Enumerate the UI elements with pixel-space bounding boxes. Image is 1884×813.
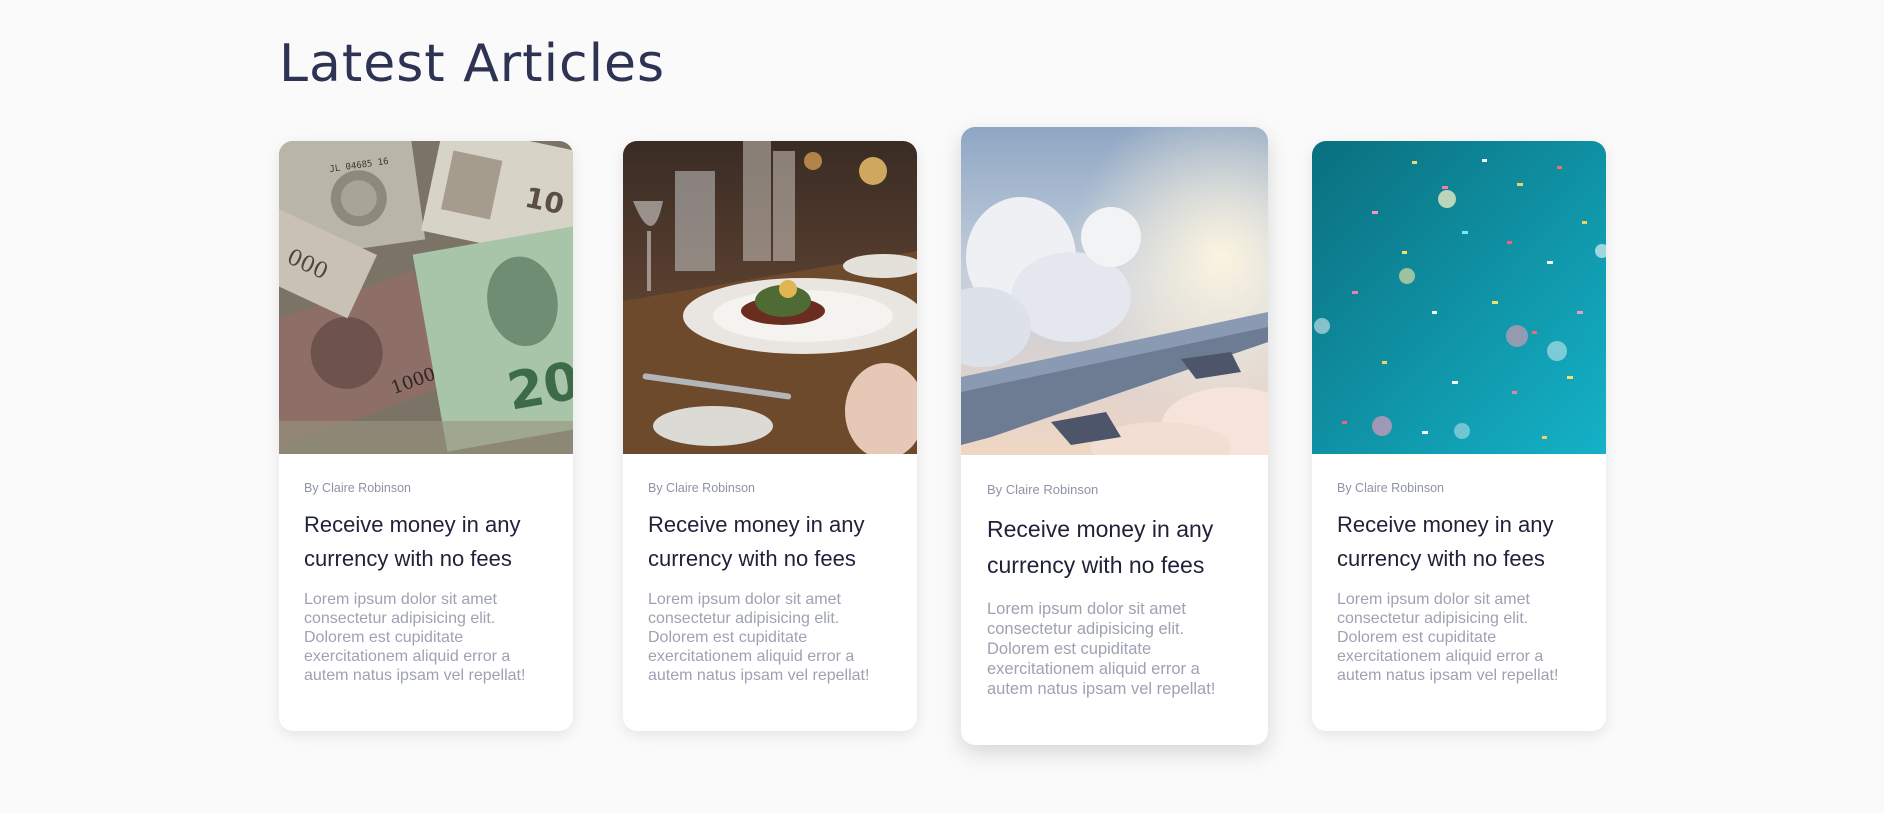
article-card-featured[interactable]: By Claire Robinson Receive money in any … xyxy=(961,127,1268,745)
money-banknotes-image: JL 04685 16 10 1000 20 000 xyxy=(279,141,573,454)
card-author: By Claire Robinson xyxy=(304,481,411,495)
article-card[interactable]: By Claire Robinson Receive money in any … xyxy=(1312,141,1606,731)
card-title[interactable]: Receive money in any currency with no fe… xyxy=(987,511,1242,583)
card-excerpt: Lorem ipsum dolor sit amet consectetur a… xyxy=(1337,591,1559,684)
card-excerpt: Lorem ipsum dolor sit amet consectetur a… xyxy=(987,600,1216,698)
section-title: Latest Articles xyxy=(279,34,666,94)
card-title[interactable]: Receive money in any currency with no fe… xyxy=(304,508,548,576)
card-excerpt: Lorem ipsum dolor sit amet consectetur a… xyxy=(304,591,526,684)
confetti-image xyxy=(1312,141,1606,454)
card-excerpt: Lorem ipsum dolor sit amet consectetur a… xyxy=(648,591,870,684)
latest-articles-page: Latest Articles JL 04685 16 10 1000 20 0… xyxy=(0,0,1884,813)
card-title[interactable]: Receive money in any currency with no fe… xyxy=(1337,508,1581,576)
card-title[interactable]: Receive money in any currency with no fe… xyxy=(648,508,892,576)
airplane-wing-image xyxy=(961,127,1268,455)
card-author: By Claire Robinson xyxy=(987,482,1099,497)
article-card[interactable]: By Claire Robinson Receive money in any … xyxy=(623,141,917,731)
article-card[interactable]: JL 04685 16 10 1000 20 000 By Claire Rob… xyxy=(279,141,573,731)
svg-text:20: 20 xyxy=(503,351,573,423)
card-author: By Claire Robinson xyxy=(648,481,755,495)
card-author: By Claire Robinson xyxy=(1337,481,1444,495)
restaurant-dinner-image xyxy=(623,141,917,454)
